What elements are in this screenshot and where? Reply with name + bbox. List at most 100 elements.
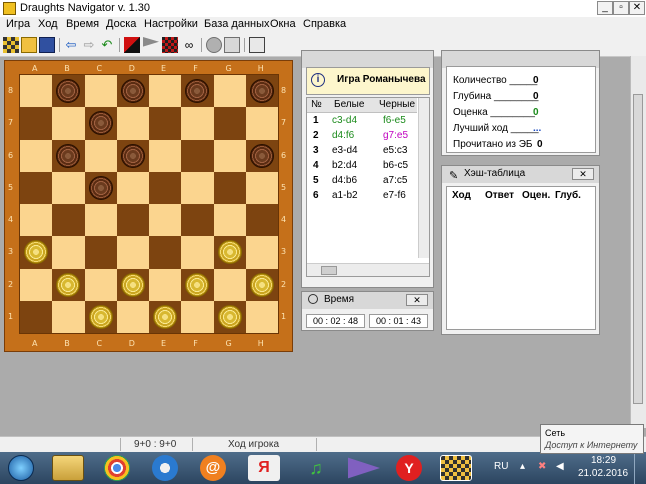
save-icon[interactable] [39,37,55,53]
black-piece[interactable] [56,143,81,168]
white-piece[interactable] [56,272,81,297]
move-row[interactable]: 3 e3-d4 e5:c3 [307,144,427,159]
board-icon[interactable] [124,37,140,53]
move-row[interactable]: 4 b2:d4 b6-c5 [307,159,427,174]
board-square[interactable] [116,236,149,269]
board-square[interactable] [149,268,182,301]
white-piece[interactable] [249,272,274,297]
open-icon[interactable] [21,37,37,53]
black-move[interactable]: e5:c3 [383,145,407,156]
board-square[interactable] [181,171,214,204]
white-piece[interactable] [153,304,178,329]
time-panel-close-button[interactable]: ✕ [406,294,428,306]
flag-icon[interactable] [143,37,159,47]
network-icon[interactable]: ✖ [538,461,546,472]
music-icon[interactable]: ♫ [300,455,332,481]
yandex-browser-icon[interactable]: Y [396,455,422,481]
menu-help[interactable]: Справка [303,18,346,30]
main-vscrollbar[interactable] [630,56,646,428]
clock-date[interactable]: 21.02.2016 [578,468,628,479]
board-square[interactable] [181,107,214,140]
board-square[interactable] [116,300,149,333]
white-move[interactable]: d4:b6 [332,175,357,186]
white-move[interactable]: b2:d4 [332,160,357,171]
board-square[interactable] [84,268,117,301]
board-square[interactable] [84,75,117,108]
move-row[interactable]: 1 c3-d4 f6-e5 [307,114,427,129]
vs-icon[interactable] [348,457,380,479]
black-piece[interactable] [88,111,113,136]
board-square[interactable] [213,75,246,108]
white-piece[interactable] [217,304,242,329]
explorer-icon[interactable] [52,455,84,481]
board-square[interactable] [52,204,85,237]
colors-icon[interactable] [162,37,178,53]
board-square[interactable] [213,107,246,140]
close-button[interactable]: ✕ [629,1,645,15]
hash-table[interactable]: Ход Ответ Оцен. Глуб. [446,186,596,330]
black-move[interactable]: f6-e5 [383,115,406,126]
settings-icon[interactable] [224,37,240,53]
white-piece[interactable] [185,272,210,297]
board-square[interactable] [149,171,182,204]
undo-icon[interactable]: ↶ [99,37,115,53]
black-piece[interactable] [120,143,145,168]
board-square[interactable] [20,75,53,108]
move-row[interactable]: 2 d4:f6 g7:e5 [307,129,427,144]
stop-icon[interactable] [206,37,222,53]
show-desktop-button[interactable] [634,452,646,484]
hash-panel-close-button[interactable]: ✕ [572,168,594,180]
move-row[interactable]: 5 d4:b6 a7:c5 [307,174,427,189]
board-square[interactable] [20,107,53,140]
board-square[interactable] [52,300,85,333]
maximize-button[interactable]: ▫ [613,1,629,15]
black-move[interactable]: e7-f6 [383,190,406,201]
board-square[interactable] [116,204,149,237]
tray-arrow-icon[interactable]: ▴ [520,461,525,472]
moves-hscrollbar[interactable] [307,263,429,276]
board-square[interactable] [181,139,214,172]
white-piece[interactable] [120,272,145,297]
white-piece[interactable] [88,304,113,329]
board-square[interactable] [84,236,117,269]
white-move[interactable]: c3-d4 [332,115,357,126]
board-square[interactable] [181,300,214,333]
board-square[interactable] [181,204,214,237]
board-square[interactable] [52,171,85,204]
board-square[interactable] [213,171,246,204]
menu-move[interactable]: Ход [38,18,58,30]
book-icon[interactable] [249,37,265,53]
language-indicator[interactable]: RU [494,461,508,472]
white-move[interactable]: a1-b2 [332,190,358,201]
menu-game[interactable]: Игра [6,18,30,30]
board-square[interactable] [245,300,278,333]
start-button[interactable] [8,455,34,481]
moves-table[interactable]: № Белые Черные 1 c3-d4 f6-e5 2 d4:f6 g7:e5 3 e3… [306,97,430,277]
black-piece[interactable] [249,143,274,168]
board-square[interactable] [245,107,278,140]
chrome-icon[interactable] [104,455,130,481]
board-square[interactable] [20,268,53,301]
black-move[interactable]: a7:c5 [383,175,407,186]
minimize-button[interactable]: _ [597,1,613,15]
new-game-icon[interactable] [3,37,19,53]
moves-vscrollbar[interactable] [418,98,429,258]
board-square[interactable] [84,139,117,172]
white-move[interactable]: d4:f6 [332,130,354,141]
board-square[interactable] [213,139,246,172]
black-move[interactable]: b6-c5 [383,160,408,171]
board-square[interactable] [20,139,53,172]
black-move[interactable]: g7:e5 [383,130,408,141]
menu-board[interactable]: Доска [106,18,136,30]
board-square[interactable] [52,236,85,269]
board-square[interactable] [213,268,246,301]
clock-time[interactable]: 18:29 [591,455,616,466]
black-piece[interactable] [120,79,145,104]
black-piece[interactable] [88,175,113,200]
draughts-board[interactable] [19,74,279,334]
board-square[interactable] [149,75,182,108]
board-square[interactable] [149,204,182,237]
board-square[interactable] [181,236,214,269]
forward-icon[interactable]: ⇨ [81,37,97,53]
board-square[interactable] [20,204,53,237]
